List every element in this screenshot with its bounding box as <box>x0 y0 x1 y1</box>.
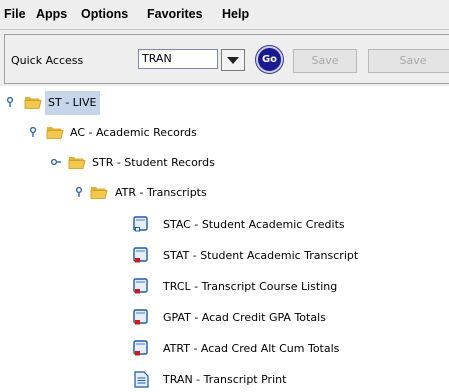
folder-open-icon <box>46 127 64 139</box>
quick-access-toolbar: Quick Access TRAN Go Save Save <box>0 30 449 86</box>
expanded-toggle-icon[interactable] <box>6 97 14 107</box>
menu-bar: File Apps Options Favorites Help <box>0 0 449 30</box>
quick-access-dropdown-button[interactable] <box>221 49 245 71</box>
expanded-toggle-icon[interactable] <box>75 187 83 197</box>
menu-favorites[interactable]: Favorites <box>147 7 203 21</box>
folder-open-icon <box>68 157 86 169</box>
collapsed-toggle-icon[interactable] <box>51 158 61 166</box>
menu-apps[interactable]: Apps <box>36 7 67 21</box>
expanded-toggle-icon[interactable] <box>29 127 37 137</box>
tree-node-label: ATR - Transcripts <box>115 186 207 199</box>
tree-leaf-label: TRAN - Transcript Print <box>163 373 287 386</box>
tree-node-label: AC - Academic Records <box>70 126 197 139</box>
tree-node-label: ST - LIVE <box>45 91 100 115</box>
quick-access-input[interactable]: TRAN <box>138 49 218 69</box>
tree-node-label: STR - Student Records <box>92 156 215 169</box>
form-red-icon <box>133 247 148 263</box>
go-button[interactable]: Go <box>256 46 283 73</box>
quick-access-label: Quick Access <box>11 54 84 67</box>
form-icon <box>133 216 148 232</box>
form-red-icon <box>133 278 148 294</box>
menu-options[interactable]: Options <box>81 7 128 21</box>
folder-open-icon <box>24 97 42 109</box>
chevron-down-icon <box>227 57 239 64</box>
document-icon <box>134 371 149 388</box>
menu-help[interactable]: Help <box>222 7 249 21</box>
save-button-2[interactable]: Save <box>368 49 449 73</box>
form-red-icon <box>133 340 148 356</box>
tree-leaf-label: STAT - Student Academic Transcript <box>163 249 359 262</box>
tree-leaf-label: GPAT - Acad Credit GPA Totals <box>163 311 326 324</box>
menu-file[interactable]: File <box>4 7 26 21</box>
tree-leaf-label: TRCL - Transcript Course Listing <box>163 280 338 293</box>
folder-open-icon <box>90 187 108 199</box>
tree-leaf-label: ATRT - Acad Cred Alt Cum Totals <box>163 342 340 355</box>
tree-leaf-label: STAC - Student Academic Credits <box>163 218 345 231</box>
navigation-tree: ST - LIVE AC - Academic Records STR - St… <box>0 86 449 392</box>
save-button[interactable]: Save <box>293 49 357 73</box>
form-red-icon <box>133 309 148 325</box>
